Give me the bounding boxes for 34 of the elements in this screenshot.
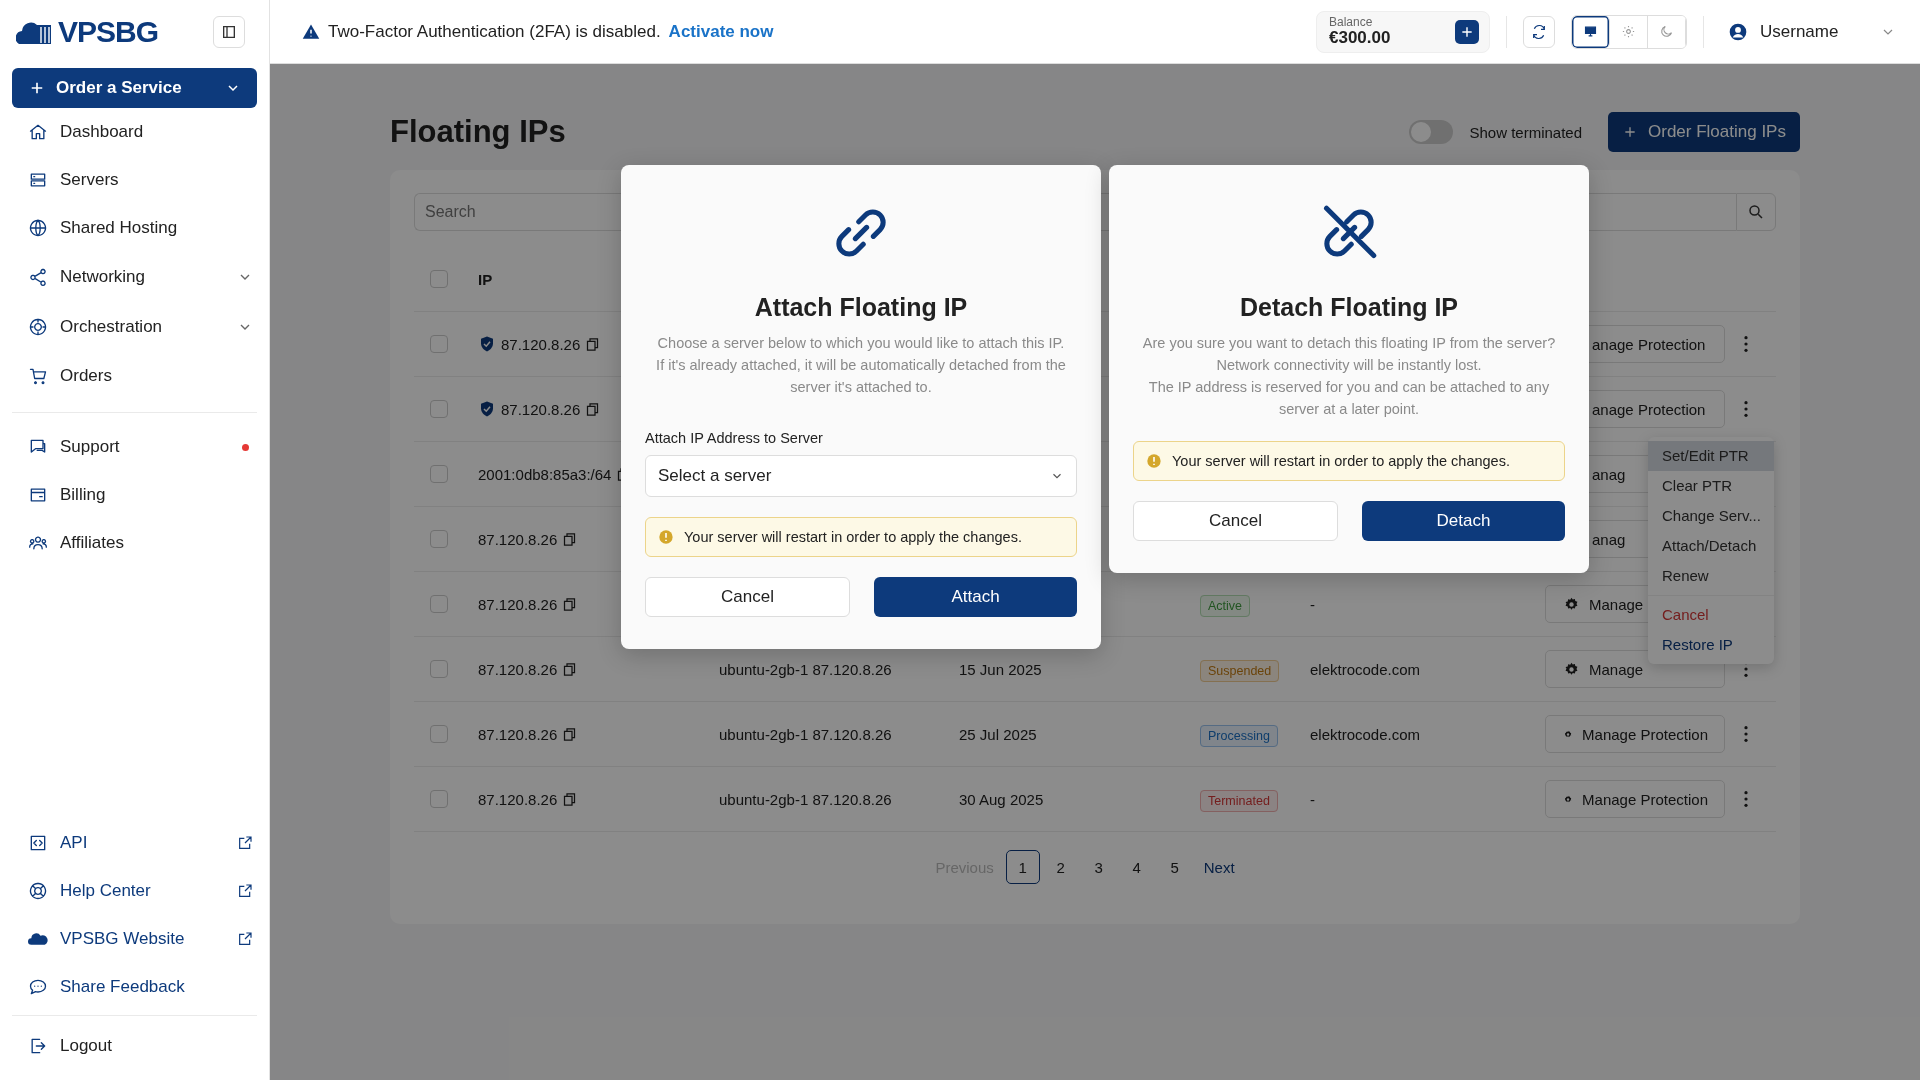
ip-address: 87.120.8.26 xyxy=(478,790,558,808)
ip-address: 87.120.8.26 xyxy=(501,400,581,418)
dialog-description: Choose a server below to which you would like to attach this IP. If it's already attached, it will be automatically detached from the server it's attached to. xyxy=(656,334,1066,397)
date: 15 Jun 2025 xyxy=(959,660,1042,678)
warning-text: Your server will restart in order to apply the changes. xyxy=(684,529,1022,545)
domain: elektrocode.com xyxy=(1310,660,1421,678)
warning-text: Your server will restart in order to apply the changes. xyxy=(1172,453,1510,469)
server-name: ubuntu-2gb-1 87.120.8.26 xyxy=(719,790,892,808)
date: 30 Aug 2025 xyxy=(959,790,1044,808)
two-factor-warning: Two-Factor Authentication (2FA) is disabled. xyxy=(328,21,661,42)
status-badge: Active xyxy=(1200,594,1251,617)
status-badge: Terminated xyxy=(1200,789,1278,812)
ip-address: 87.120.8.26 xyxy=(478,530,558,548)
domain: elektrocode.com xyxy=(1310,725,1421,743)
show-terminated-label: Show terminated xyxy=(1469,123,1582,141)
dialog-title: Detach Floating IP xyxy=(1239,293,1459,322)
status-badge: Processing xyxy=(1200,724,1278,747)
domain: - xyxy=(1310,595,1315,613)
balance-label: Balance xyxy=(1329,16,1374,29)
ip-address: 87.120.8.26 xyxy=(478,595,558,613)
ip-address: 87.120.8.26 xyxy=(478,660,558,678)
page-title: Floating IPs xyxy=(390,114,566,150)
server-name: ubuntu-2gb-1 87.120.8.26 xyxy=(719,660,892,678)
server-name: ubuntu-2gb-1 87.120.8.26 xyxy=(719,725,892,743)
domain: - xyxy=(1310,790,1315,808)
ip-address: 2001:0db8:85a3:/64 xyxy=(478,465,612,483)
field-label: Attach IP Address to Server xyxy=(645,430,823,446)
column-header: IP xyxy=(478,270,494,288)
status-badge: Suspended xyxy=(1200,659,1280,682)
balance-amount: €300.00 xyxy=(1329,28,1391,47)
date: 25 Jul 2025 xyxy=(959,725,1037,743)
dialog-title: Attach Floating IP xyxy=(754,293,968,322)
ip-address: 87.120.8.26 xyxy=(478,725,558,743)
ip-address: 87.120.8.26 xyxy=(501,335,581,353)
